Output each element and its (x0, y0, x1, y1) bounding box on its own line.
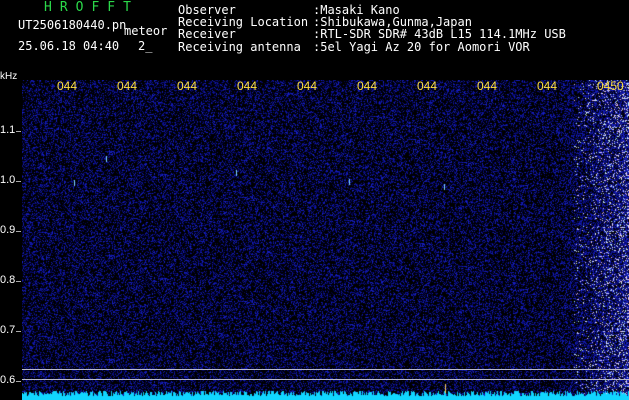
reference-line (22, 369, 629, 370)
x-tick-label: 044 (177, 79, 198, 93)
x-tick-label: 044 (117, 79, 138, 93)
spectrogram (22, 80, 629, 400)
y-tick-label: 1.1 (0, 124, 16, 136)
x-tick-label: 044 (357, 79, 378, 93)
y-tick-mark (16, 231, 21, 232)
info-antenna: Receiving antenna:5el Yagi Az 20 for Aom… (178, 39, 530, 54)
info-receiver: Receiver:RTL-SDR SDR# 43dB L15 114.1MHz … (178, 27, 566, 42)
header-panel: HROFFT UT2506180440.pn meteor 25.06.18 0… (0, 0, 629, 78)
event-count: 2_ (138, 39, 153, 53)
x-tick-label: 044 (297, 79, 318, 93)
y-axis-label: kHz (0, 71, 18, 82)
x-tick-label: 044 (537, 79, 558, 93)
y-tick-mark (16, 381, 21, 382)
y-tick-mark (16, 331, 21, 332)
timestamp: 25.06.18 04:40 (18, 39, 120, 53)
y-tick-mark (16, 281, 21, 282)
y-tick-label: 0.9 (0, 224, 16, 236)
y-tick-label: 0.8 (0, 274, 16, 286)
y-tick-label: 1.0 (0, 174, 16, 186)
y-tick-mark (16, 181, 21, 182)
event-tag: meteor (124, 24, 168, 38)
x-tick-label: 044 (417, 79, 438, 93)
file-name: UT2506180440.pn (18, 18, 127, 32)
x-tick-label: 044 (237, 79, 258, 93)
spectrogram-canvas (22, 80, 629, 400)
reference-line (22, 379, 629, 380)
brand-title: HROFFT (44, 0, 139, 15)
y-tick-label: 0.7 (0, 324, 16, 336)
x-tick-label: 044 (57, 79, 78, 93)
y-tick-label: 0.6 (0, 374, 16, 386)
x-tick-label: 0450 (597, 79, 624, 93)
station-info: Observer:Masaki Kano Receiving Location:… (178, 4, 566, 53)
x-tick-label: 044 (477, 79, 498, 93)
y-tick-mark (16, 131, 21, 132)
